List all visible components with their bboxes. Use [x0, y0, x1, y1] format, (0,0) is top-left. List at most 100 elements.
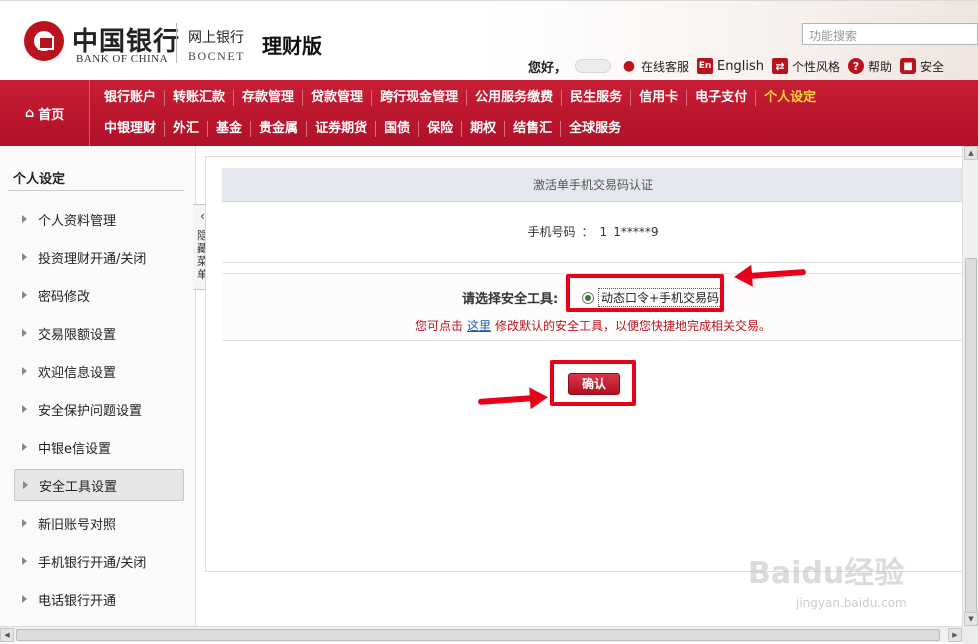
- sidebar-item-label: 电话银行开通: [38, 593, 117, 609]
- nav-item-livelihood[interactable]: 民生服务: [561, 90, 630, 106]
- lock-icon: ■: [900, 58, 917, 74]
- online-bank-label: 网上银行: [188, 30, 244, 46]
- function-search-input[interactable]: 功能搜索: [802, 23, 978, 45]
- sidebar-item-label: 投资理财开通/关闭: [38, 251, 147, 267]
- sidebar-item-label: 安全工具设置: [39, 479, 118, 495]
- horizontal-scroll-thumb[interactable]: [16, 629, 940, 641]
- greeting: 您好，: [528, 60, 568, 76]
- sidebar-item-label: 中银e信设置: [38, 441, 111, 457]
- swap-icon: ⇄: [771, 58, 788, 74]
- header: 中国银行 BANK OF CHINA 网上银行 BOCNET 理财版 功能搜索 …: [0, 0, 978, 80]
- nav-row-2: 中银理财 外汇 基金 贵金属 证券期货 国债 保险 期权 结售汇 全球服务: [96, 114, 629, 144]
- annotation-box-confirm: [550, 360, 636, 406]
- header-divider: [176, 23, 177, 63]
- caret-right-icon: [22, 253, 27, 261]
- horizontal-scrollbar[interactable]: ◀ ▶: [0, 626, 962, 642]
- sidebar-item-welcome[interactable]: 欢迎信息设置: [14, 355, 184, 387]
- style-label: 个性风格: [791, 59, 840, 74]
- vertical-scroll-thumb[interactable]: [965, 258, 977, 638]
- caret-right-icon: [22, 215, 27, 223]
- nav-home[interactable]: ⌂ 首页: [0, 80, 90, 146]
- user-avatar: [575, 59, 612, 73]
- nav-item-fund[interactable]: 基金: [207, 121, 250, 137]
- nav-item-securities[interactable]: 证券期货: [306, 121, 375, 137]
- english-link[interactable]: En English: [697, 58, 764, 74]
- security-link[interactable]: ■ 安全: [900, 58, 944, 75]
- help-label: 帮助: [868, 59, 893, 74]
- caret-right-icon: [22, 405, 27, 413]
- sidebar-item-security-tools[interactable]: 安全工具设置: [14, 469, 184, 501]
- sidebar-item-label: 欢迎信息设置: [38, 365, 117, 381]
- sidebar-title: 个人设定: [13, 172, 66, 187]
- sidebar: 个人设定 个人资料管理 投资理财开通/关闭 密码修改 交易限额设置 欢迎信息设置…: [0, 146, 196, 630]
- caret-right-icon: [22, 329, 27, 337]
- nav-item-global[interactable]: 全球服务: [560, 121, 629, 137]
- hint-text-after: 修改默认的安全工具，以便您快捷地完成相关交易。: [495, 319, 772, 333]
- nav-item-cash-mgmt[interactable]: 跨行现金管理: [371, 90, 466, 106]
- phone-label: 手机号码: [527, 225, 576, 239]
- security-tool-hint: 您可点击 这里 修改默认的安全工具，以便您快捷地完成相关交易。: [222, 317, 964, 334]
- caret-right-icon: [22, 595, 27, 603]
- sidebar-divider: [8, 190, 184, 191]
- sidebar-item-e-message[interactable]: 中银e信设置: [14, 431, 184, 463]
- nav-item-transfer[interactable]: 转账汇款: [164, 90, 233, 106]
- change-default-tool-link[interactable]: 这里: [467, 319, 491, 333]
- style-link[interactable]: ⇄ 个性风格: [771, 58, 840, 75]
- sidebar-item-profile[interactable]: 个人资料管理: [14, 203, 184, 235]
- online-support-link[interactable]: ● 在线客服: [621, 58, 689, 75]
- help-icon: ?: [848, 58, 864, 74]
- vertical-scrollbar[interactable]: ▲ ▼: [962, 146, 978, 638]
- help-link[interactable]: ? 帮助: [848, 58, 892, 75]
- phone-prefix: 1: [599, 225, 608, 239]
- scroll-down-icon[interactable]: ▼: [964, 612, 978, 626]
- nav-item-forex[interactable]: 外汇: [164, 121, 207, 137]
- nav-item-deposit[interactable]: 存款管理: [233, 90, 302, 106]
- sidebar-item-password[interactable]: 密码修改: [14, 279, 184, 311]
- scrollbar-corner: [962, 626, 978, 644]
- sidebar-list: 个人资料管理 投资理财开通/关闭 密码修改 交易限额设置 欢迎信息设置 安全保护…: [14, 203, 184, 621]
- support-icon: ●: [622, 58, 636, 74]
- nav-item-loan[interactable]: 贷款管理: [302, 90, 371, 106]
- caret-right-icon: [23, 481, 28, 489]
- sidebar-item-label: 交易限额设置: [38, 327, 117, 343]
- nav-item-fx-settlement[interactable]: 结售汇: [504, 121, 560, 137]
- nav-item-bank-account[interactable]: 银行账户: [96, 90, 164, 106]
- nav-item-bonds[interactable]: 国债: [375, 121, 418, 137]
- nav-item-credit-card[interactable]: 信用卡: [630, 90, 686, 106]
- sidebar-item-limits[interactable]: 交易限额设置: [14, 317, 184, 349]
- annotation-box-tool: [566, 274, 724, 312]
- nav-row-1: 银行账户 转账汇款 存款管理 贷款管理 跨行现金管理 公用服务缴费 民生服务 信…: [96, 83, 824, 113]
- bank-name-en: BANK OF CHINA: [76, 53, 169, 65]
- scroll-left-icon[interactable]: ◀: [0, 628, 14, 642]
- sidebar-item-mobile-banking[interactable]: 手机银行开通/关闭: [14, 545, 184, 577]
- sidebar-item-label: 手机银行开通/关闭: [38, 555, 147, 571]
- caret-right-icon: [22, 519, 27, 527]
- sidebar-item-account-mapping[interactable]: 新旧账号对照: [14, 507, 184, 539]
- scroll-right-icon[interactable]: ▶: [948, 628, 962, 642]
- english-label: English: [717, 58, 764, 74]
- nav-item-options[interactable]: 期权: [461, 121, 504, 137]
- security-label: 安全: [920, 59, 945, 74]
- sidebar-item-investment[interactable]: 投资理财开通/关闭: [14, 241, 184, 273]
- home-icon: ⌂: [24, 105, 35, 121]
- caret-right-icon: [22, 291, 27, 299]
- sidebar-item-label: 安全保护问题设置: [38, 403, 143, 419]
- bocnet-label: BOCNET: [188, 49, 245, 63]
- nav-item-insurance[interactable]: 保险: [418, 121, 461, 137]
- boc-logo-icon: [24, 21, 64, 61]
- sidebar-item-phone-banking[interactable]: 电话银行开通: [14, 583, 184, 615]
- sidebar-item-label: 密码修改: [38, 289, 91, 305]
- baidu-watermark-url: jingyan.baidu.com: [796, 596, 907, 610]
- nav-item-e-payment[interactable]: 电子支付: [686, 90, 755, 106]
- nav-item-wealth[interactable]: 中银理财: [96, 121, 164, 137]
- phone-number-row: 手机号码 ： 1 1*****9: [222, 203, 964, 263]
- sidebar-item-security-question[interactable]: 安全保护问题设置: [14, 393, 184, 425]
- header-toolbar: 您好， ● 在线客服 En English ⇄ 个性风格 ? 帮助 ■ 安全: [528, 55, 952, 77]
- nav-item-metals[interactable]: 贵金属: [250, 121, 306, 137]
- nav-item-utility[interactable]: 公用服务缴费: [466, 90, 561, 106]
- nav-item-personal-settings[interactable]: 个人设定: [755, 90, 824, 106]
- scroll-up-icon[interactable]: ▲: [964, 146, 978, 160]
- online-support-label: 在线客服: [641, 59, 690, 74]
- hint-text-before: 您可点击: [414, 319, 463, 333]
- sidebar-item-label: 新旧账号对照: [38, 517, 117, 533]
